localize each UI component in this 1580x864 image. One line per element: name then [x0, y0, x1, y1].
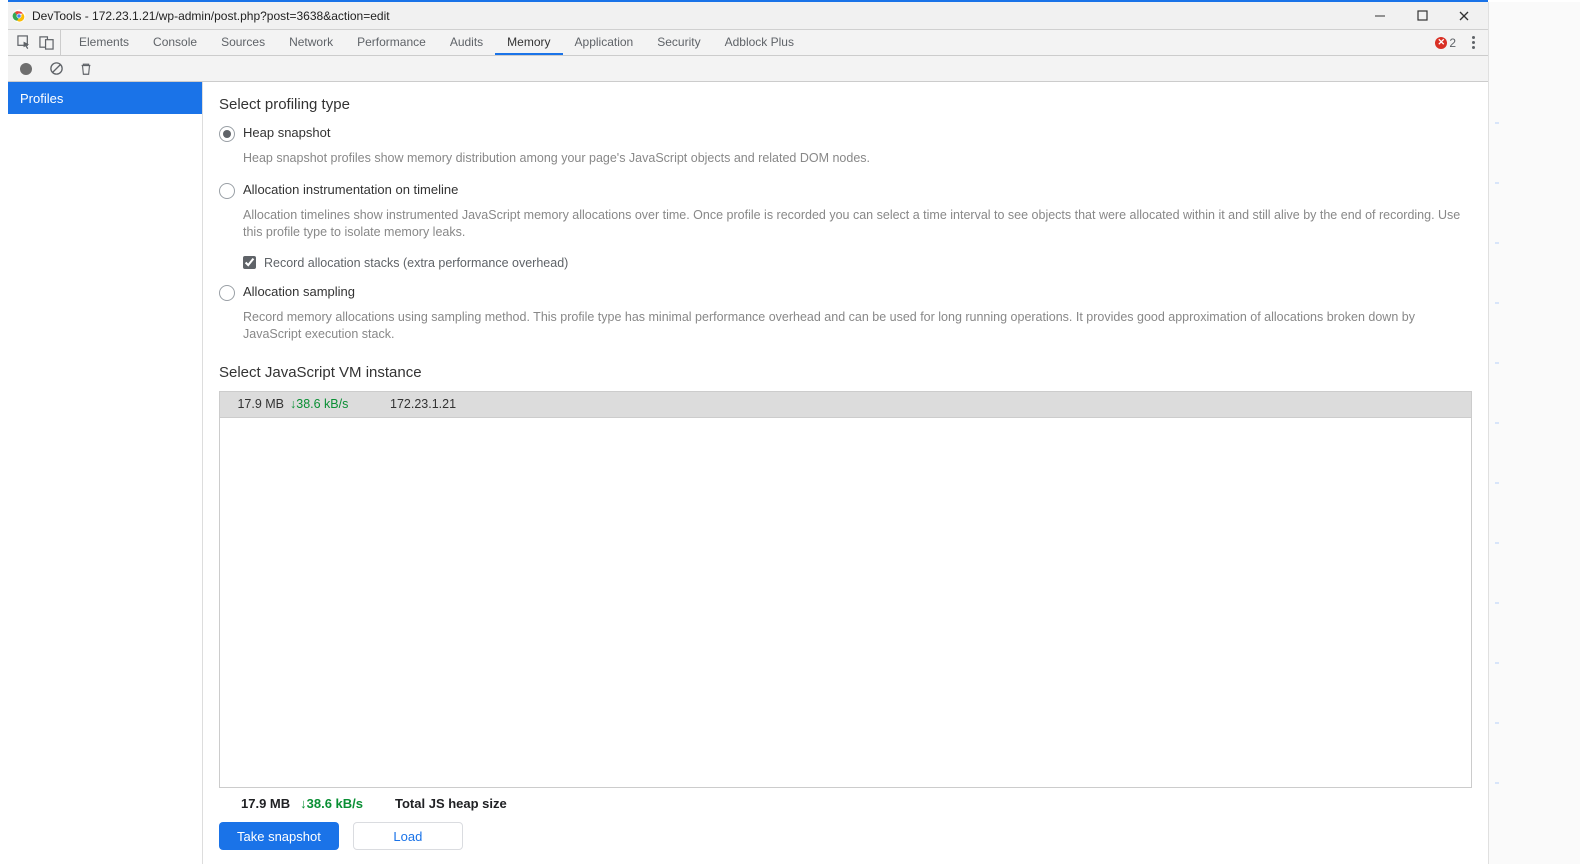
sampling-desc: Record memory allocations using sampling… — [243, 309, 1472, 344]
tab-application[interactable]: Application — [563, 30, 646, 55]
profiles-sidebar: Profiles — [8, 82, 203, 864]
error-indicator[interactable]: ✕ 2 — [1435, 36, 1456, 50]
inspect-icon[interactable] — [16, 35, 32, 51]
body-area: Profiles Select profiling type Heap snap… — [8, 82, 1488, 864]
minimize-button[interactable] — [1368, 6, 1392, 26]
memory-toolbar — [8, 56, 1488, 82]
tab-console[interactable]: Console — [141, 30, 209, 55]
window-title: DevTools - 172.23.1.21/wp-admin/post.php… — [32, 9, 1368, 23]
panel-tabs: ElementsConsoleSourcesNetworkPerformance… — [67, 30, 806, 55]
vm-instance-title: Select JavaScript VM instance — [219, 364, 1472, 381]
tab-network[interactable]: Network — [277, 30, 345, 55]
timeline-desc: Allocation timelines show instrumented J… — [243, 207, 1472, 242]
record-button[interactable] — [18, 61, 34, 77]
tab-sources[interactable]: Sources — [209, 30, 277, 55]
radio-heap-snapshot[interactable]: Heap snapshot — [219, 125, 1472, 142]
vm-instance-row[interactable]: 17.9 MB ↓38.6 kB/s 172.23.1.21 — [220, 392, 1471, 418]
load-button[interactable]: Load — [353, 822, 463, 850]
heap-desc: Heap snapshot profiles show memory distr… — [243, 150, 1472, 168]
more-menu-icon[interactable] — [1466, 36, 1480, 49]
checkbox-label: Record allocation stacks (extra performa… — [264, 256, 568, 270]
vm-size: 17.9 MB — [220, 397, 290, 411]
checkbox-input[interactable] — [243, 256, 256, 269]
radio-icon — [219, 183, 235, 199]
tab-performance[interactable]: Performance — [345, 30, 438, 55]
sidebar-item-label: Profiles — [20, 91, 63, 106]
tab-memory[interactable]: Memory — [495, 30, 562, 55]
device-toggle-icon[interactable] — [38, 35, 54, 51]
right-strip — [1488, 2, 1580, 864]
close-button[interactable] — [1452, 6, 1476, 26]
tab-elements[interactable]: Elements — [67, 30, 141, 55]
vm-host: 172.23.1.21 — [360, 397, 456, 411]
vm-rate: ↓38.6 kB/s — [290, 397, 360, 411]
delete-button[interactable] — [78, 61, 94, 77]
tab-security[interactable]: Security — [645, 30, 712, 55]
radio-label: Heap snapshot — [243, 125, 330, 140]
status-rate: ↓38.6 kB/s — [300, 796, 363, 811]
tab-audits[interactable]: Audits — [438, 30, 495, 55]
sidebar-item-profiles[interactable]: Profiles — [8, 82, 202, 114]
heap-status: 17.9 MB ↓38.6 kB/s Total JS heap size — [219, 788, 1472, 814]
error-icon: ✕ — [1435, 37, 1447, 49]
maximize-button[interactable] — [1410, 6, 1434, 26]
chrome-icon — [12, 9, 26, 23]
radio-allocation-sampling[interactable]: Allocation sampling — [219, 284, 1472, 301]
radio-icon — [219, 285, 235, 301]
error-count: 2 — [1449, 36, 1456, 50]
devtools-tabbar: ElementsConsoleSourcesNetworkPerformance… — [8, 30, 1488, 56]
vm-instance-list: 17.9 MB ↓38.6 kB/s 172.23.1.21 — [219, 391, 1472, 789]
clear-button[interactable] — [48, 61, 64, 77]
titlebar: DevTools - 172.23.1.21/wp-admin/post.php… — [8, 2, 1488, 30]
status-size: 17.9 MB — [241, 796, 290, 811]
window-controls — [1368, 6, 1484, 26]
devtools-window: DevTools - 172.23.1.21/wp-admin/post.php… — [8, 0, 1488, 864]
profiling-type-title: Select profiling type — [219, 96, 1472, 113]
radio-label: Allocation sampling — [243, 284, 355, 299]
memory-panel: Select profiling type Heap snapshot Heap… — [203, 82, 1488, 864]
record-stacks-checkbox[interactable]: Record allocation stacks (extra performa… — [243, 256, 1472, 270]
take-snapshot-button[interactable]: Take snapshot — [219, 822, 339, 850]
radio-icon — [219, 126, 235, 142]
radio-allocation-timeline[interactable]: Allocation instrumentation on timeline — [219, 182, 1472, 199]
action-buttons: Take snapshot Load — [219, 814, 1472, 864]
tab-adblock-plus[interactable]: Adblock Plus — [713, 30, 806, 55]
status-label: Total JS heap size — [395, 796, 507, 811]
radio-label: Allocation instrumentation on timeline — [243, 182, 458, 197]
